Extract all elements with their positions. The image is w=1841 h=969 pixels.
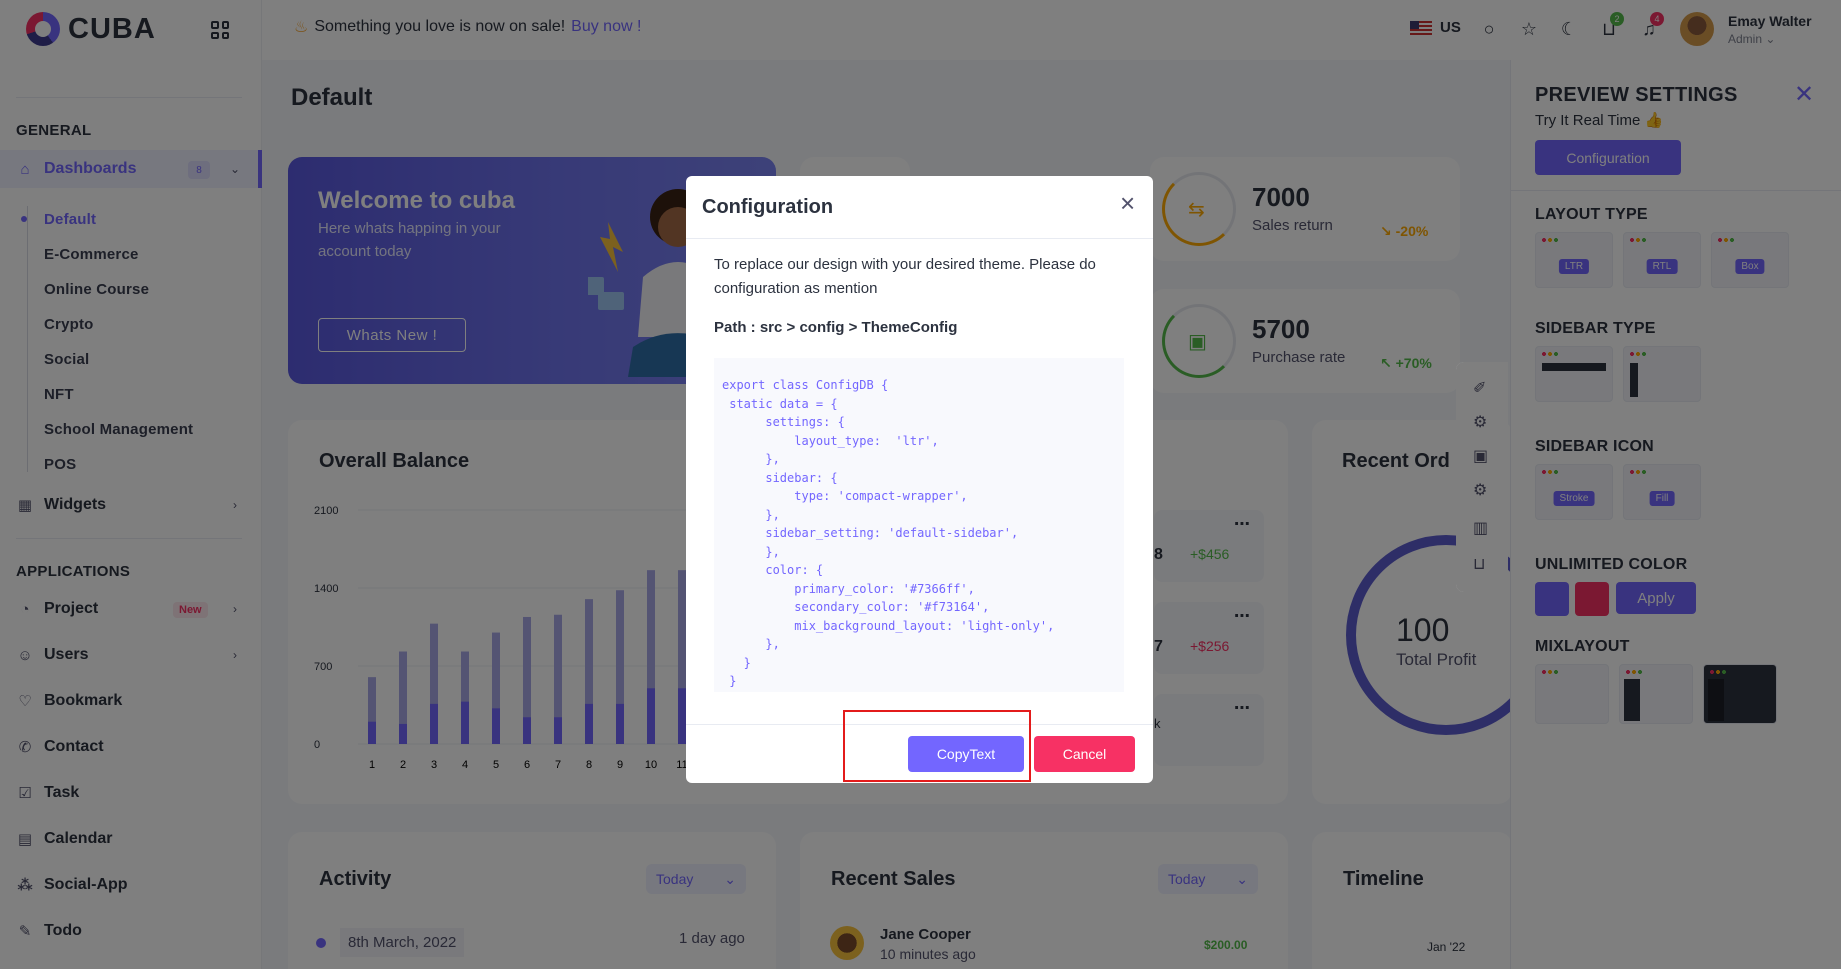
highlight-box — [843, 710, 1031, 782]
close-icon[interactable]: × — [1120, 190, 1135, 216]
config-code-block[interactable]: export class ConfigDB { static data = { … — [714, 358, 1124, 692]
modal-description: To replace our design with your desired … — [714, 256, 1096, 297]
cancel-button[interactable]: Cancel — [1034, 736, 1135, 772]
config-path: Path : src > config > ThemeConfig — [714, 319, 958, 336]
divider — [686, 238, 1153, 239]
configuration-modal: Configuration × To replace our design wi… — [686, 176, 1153, 783]
toolbar-dim — [1456, 362, 1508, 592]
settings-dim — [1510, 60, 1841, 969]
modal-title: Configuration — [702, 196, 834, 218]
